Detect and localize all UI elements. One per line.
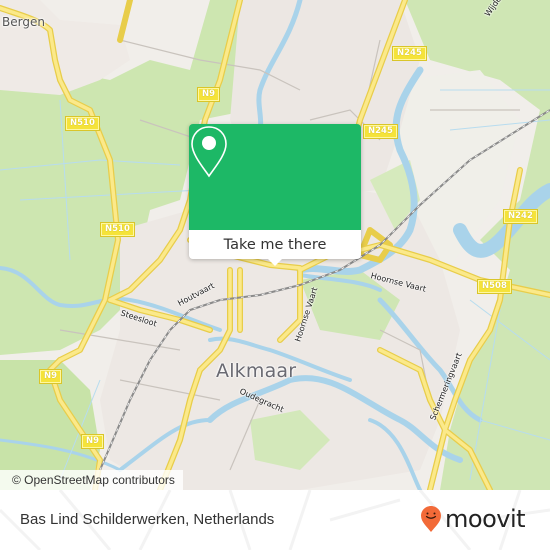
moovit-logo[interactable]: moovit bbox=[420, 505, 526, 533]
map-pin-icon bbox=[191, 126, 227, 178]
popup-header bbox=[189, 124, 361, 230]
footer: Bas Lind Schilderwerken, Netherlands moo… bbox=[0, 490, 550, 550]
road-shield-n242: N242 bbox=[503, 209, 538, 224]
location-popup: Take me there bbox=[189, 124, 361, 266]
city-label-bergen: Bergen bbox=[2, 15, 45, 29]
road-shield-n9: N9 bbox=[38, 369, 63, 384]
road-shield-n9: N9 bbox=[80, 434, 105, 449]
place-name: Bas Lind Schilderwerken, Netherlands bbox=[20, 511, 275, 528]
take-me-there-button[interactable]: Take me there bbox=[189, 230, 361, 259]
road-shield-n510: N510 bbox=[100, 222, 135, 237]
map-canvas[interactable]: N9 N9 N9 N510 N510 N245 N245 N242 N508 B… bbox=[0, 0, 550, 490]
road-shield-n508: N508 bbox=[477, 279, 512, 294]
road-shield-n245: N245 bbox=[363, 124, 398, 139]
map-attribution[interactable]: © OpenStreetMap contributors bbox=[0, 470, 183, 490]
road-shield-n245: N245 bbox=[392, 46, 427, 61]
moovit-wordmark: moovit bbox=[445, 505, 526, 533]
moovit-smile-pin-icon bbox=[421, 506, 441, 532]
road-shield-n510: N510 bbox=[65, 116, 100, 131]
road-shield-n9: N9 bbox=[196, 87, 221, 102]
popup-tail bbox=[268, 259, 282, 266]
city-label-alkmaar: Alkmaar bbox=[216, 360, 297, 382]
